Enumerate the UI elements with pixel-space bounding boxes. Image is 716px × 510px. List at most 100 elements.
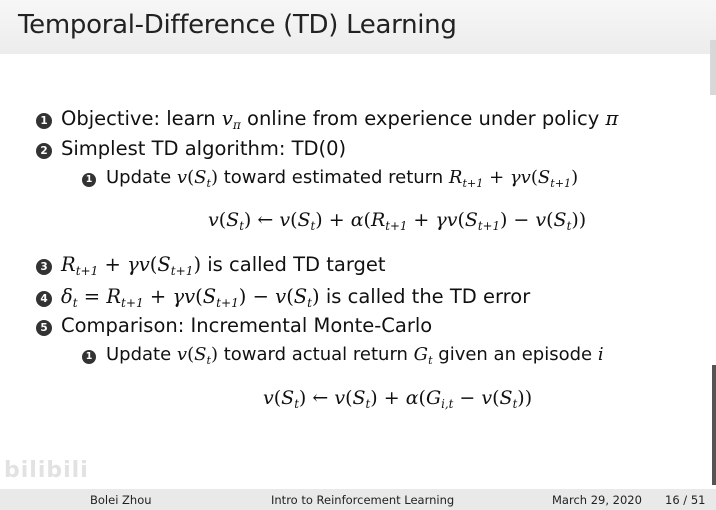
text: given an episode bbox=[432, 344, 598, 365]
text: Simplest TD algorithm: TD(0) bbox=[61, 137, 347, 160]
footer: Bolei Zhou Intro to Reinforcement Learni… bbox=[0, 489, 716, 510]
math-paren: ) bbox=[315, 209, 323, 231]
math-gamma: γ bbox=[435, 209, 447, 231]
footer-page-number: 16 / 51 bbox=[665, 493, 706, 507]
text: Comparison: Incremental Monte-Carlo bbox=[61, 314, 433, 337]
equation-td0-update: v(St) ← v(St) + α(Rt+1 + γv(St+1) − v(St… bbox=[208, 208, 586, 232]
math-paren: ( bbox=[290, 209, 298, 231]
bullet-td-error: 4 δt = Rt+1 + γv(St+1) − v(St) is called … bbox=[36, 285, 530, 309]
math-op: + bbox=[98, 253, 128, 276]
math-r: R bbox=[61, 253, 76, 276]
math-s: S bbox=[464, 209, 478, 231]
math-paren: ( bbox=[418, 387, 426, 409]
math-paren: ) bbox=[193, 253, 202, 276]
math-paren: ( bbox=[530, 167, 538, 188]
math-v: v bbox=[535, 209, 547, 231]
math-v: v bbox=[221, 107, 233, 130]
math-gamma: γ bbox=[127, 253, 139, 276]
text: Update bbox=[106, 167, 177, 188]
math-r: R bbox=[448, 167, 463, 188]
slide: Temporal-Difference (TD) Learning 1 Objec… bbox=[0, 0, 716, 510]
title-bar: Temporal-Difference (TD) Learning bbox=[0, 0, 716, 54]
math-v: v bbox=[138, 253, 150, 276]
math-s: S bbox=[202, 285, 217, 308]
bullet-simplest-td: 2 Simplest TD algorithm: TD(0) bbox=[36, 137, 346, 161]
math-paren: ) bbox=[517, 387, 525, 409]
math-v: v bbox=[263, 387, 274, 409]
text: online from experience under policy bbox=[240, 107, 606, 130]
math-gamma: γ bbox=[509, 167, 521, 188]
footer-course: Intro to Reinforcement Learning bbox=[271, 493, 455, 507]
bullet-number: 4 bbox=[36, 291, 52, 307]
scrollbar-thumb[interactable] bbox=[712, 365, 716, 485]
math-arrow: ← bbox=[306, 387, 335, 409]
math-alpha: α bbox=[405, 387, 419, 409]
math-s: S bbox=[157, 253, 171, 276]
math-paren: ( bbox=[492, 387, 500, 409]
math-r: R bbox=[370, 209, 386, 231]
math-paren: ( bbox=[345, 387, 353, 409]
scrollbar-thumb-top[interactable] bbox=[710, 40, 716, 95]
math-sub: t+1 bbox=[385, 219, 408, 234]
math-v: v bbox=[176, 167, 188, 188]
subbullet-update-actual: 1 Update v(St) toward actual return Gt gi… bbox=[82, 343, 604, 367]
math-v: v bbox=[275, 285, 287, 308]
math-sub: t+1 bbox=[462, 176, 484, 190]
math-op: + bbox=[483, 167, 510, 188]
footer-date: March 29, 2020 bbox=[552, 493, 642, 507]
equation-mc-update: v(St) ← v(St) + α(Gi,t − v(St)) bbox=[263, 386, 532, 410]
bullet-number: 1 bbox=[36, 113, 52, 129]
bullet-objective: 1 Objective: learn v π online from experie… bbox=[36, 107, 618, 131]
math-paren: ( bbox=[457, 209, 465, 231]
math-s: S bbox=[293, 285, 308, 308]
math-paren: ( bbox=[546, 209, 554, 231]
math-arrow: ← bbox=[251, 209, 280, 231]
math-paren: ) bbox=[571, 209, 579, 231]
math-sub: t+1 bbox=[121, 296, 144, 311]
math-v: v bbox=[176, 344, 188, 365]
math-paren: ) bbox=[524, 387, 533, 409]
text: Objective: learn bbox=[61, 107, 222, 130]
math-sub: t+1 bbox=[477, 219, 500, 234]
math-v: v bbox=[520, 167, 531, 188]
math-v: v bbox=[334, 387, 346, 409]
text: toward estimated return bbox=[217, 167, 449, 188]
math-sub: t+1 bbox=[75, 264, 99, 279]
watermark-logo: bilibili bbox=[4, 458, 89, 483]
math-op: − bbox=[246, 285, 276, 308]
text: Update bbox=[106, 344, 177, 365]
math-gamma: γ bbox=[172, 285, 185, 308]
math-op: = bbox=[77, 285, 107, 308]
math-s: S bbox=[194, 167, 207, 188]
bullet-number: 2 bbox=[36, 143, 52, 159]
math-paren: ) bbox=[571, 167, 579, 188]
bullet-number: 3 bbox=[36, 259, 52, 275]
math-paren: ( bbox=[286, 285, 294, 308]
math-paren: ( bbox=[195, 285, 203, 308]
math-pi: π bbox=[605, 107, 619, 130]
math-s: S bbox=[553, 209, 567, 231]
bullet-number: 1 bbox=[82, 173, 96, 187]
math-s: S bbox=[499, 387, 513, 409]
bullet-number: 1 bbox=[82, 350, 96, 364]
bullet-comparison: 5 Comparison: Incremental Monte-Carlo bbox=[36, 314, 432, 338]
math-v: v bbox=[184, 285, 196, 308]
math-v: v bbox=[279, 209, 291, 231]
math-v: v bbox=[446, 209, 458, 231]
math-sub: t+1 bbox=[170, 264, 194, 279]
math-i: i bbox=[597, 344, 604, 365]
math-paren: ) bbox=[312, 285, 320, 308]
slide-title: Temporal-Difference (TD) Learning bbox=[18, 10, 457, 40]
math-s: S bbox=[194, 344, 207, 365]
math-r: R bbox=[106, 285, 122, 308]
math-s: S bbox=[352, 387, 366, 409]
math-op: + bbox=[377, 387, 406, 409]
math-sub: t+1 bbox=[216, 296, 239, 311]
text: toward actual return bbox=[217, 344, 414, 365]
math-op: + bbox=[322, 209, 351, 231]
math-sub: i,t bbox=[441, 397, 454, 412]
math-g: G bbox=[413, 344, 429, 365]
math-op: − bbox=[507, 209, 536, 231]
math-alpha: α bbox=[350, 209, 364, 231]
bullet-number: 5 bbox=[36, 320, 52, 336]
